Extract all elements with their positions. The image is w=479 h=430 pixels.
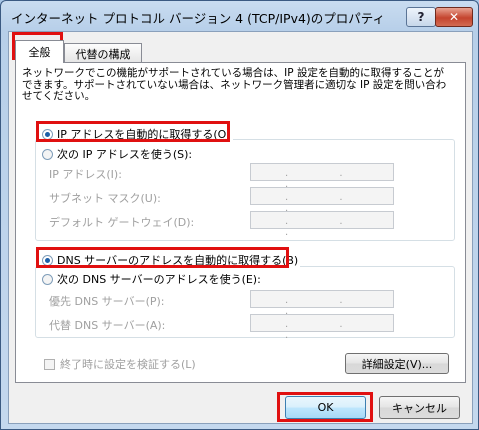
ip-manual-label: 次の IP アドレスを使う(S):	[57, 148, 193, 161]
preferred-dns-label: 優先 DNS サーバー(P):	[49, 295, 165, 308]
dns-auto-radio[interactable]: DNS サーバーのアドレスを自動的に取得する(B)	[42, 252, 301, 268]
checkbox-box-icon	[44, 358, 55, 370]
ip-manual-radio[interactable]: 次の IP アドレスを使う(S):	[42, 146, 195, 162]
dialog-client-area: 全般 代替の構成 ネットワークでこの機能がサポートされている場合は、IP 設定を…	[8, 31, 473, 424]
ip-address-input[interactable]: . . .	[250, 163, 394, 190]
subnet-mask-label: サブネット マスク(U):	[49, 192, 161, 205]
window-title: インターネット プロトコル バージョン 4 (TCP/IPv4)のプロパティ	[11, 11, 386, 26]
radio-unselected-icon	[42, 148, 53, 160]
ip-auto-label: IP アドレスを自動的に取得する(O)	[57, 128, 231, 141]
default-gateway-label: デフォルト ゲートウェイ(D):	[49, 216, 195, 229]
properties-dialog: インターネット プロトコル バージョン 4 (TCP/IPv4)のプロパティ ?…	[0, 0, 479, 430]
ip-auto-radio[interactable]: IP アドレスを自動的に取得する(O)	[42, 126, 233, 142]
preferred-dns-input[interactable]: . . .	[250, 290, 394, 317]
radio-selected-icon	[42, 128, 53, 140]
cancel-button[interactable]: キャンセル	[379, 396, 460, 419]
help-button[interactable]: ?	[406, 7, 436, 27]
description-text: ネットワークでこの機能がサポートされている場合は、IP 設定を自動的に取得するこ…	[22, 67, 447, 102]
default-gateway-input[interactable]: . . .	[250, 211, 394, 238]
tab-general[interactable]: 全般	[15, 40, 64, 63]
dns-auto-label: DNS サーバーのアドレスを自動的に取得する(B)	[57, 254, 299, 267]
tab-alternate-configuration[interactable]: 代替の構成	[64, 43, 142, 64]
dns-manual-label: 次の DNS サーバーのアドレスを使う(E):	[57, 273, 261, 286]
close-button[interactable]: ✕	[435, 7, 473, 27]
alternate-dns-input[interactable]: . . .	[250, 314, 394, 341]
alternate-dns-dots: . . .	[285, 319, 367, 341]
ip-address-label: IP アドレス(I):	[49, 168, 122, 181]
alternate-dns-label: 代替 DNS サーバー(A):	[49, 319, 166, 332]
dns-manual-radio[interactable]: 次の DNS サーバーのアドレスを使う(E):	[42, 271, 263, 287]
default-gateway-dots: . . .	[285, 216, 367, 238]
radio-selected-icon	[42, 254, 53, 266]
validate-on-exit-label: 終了時に設定を検証する(L)	[60, 358, 196, 371]
ok-button[interactable]: OK	[285, 396, 366, 419]
advanced-settings-button[interactable]: 詳細設定(V)...	[345, 353, 449, 374]
radio-unselected-icon	[42, 273, 53, 285]
title-bar[interactable]: インターネット プロトコル バージョン 4 (TCP/IPv4)のプロパティ ?…	[1, 1, 478, 31]
subnet-mask-input[interactable]: . . .	[250, 187, 394, 214]
validate-on-exit-checkbox[interactable]: 終了時に設定を検証する(L)	[44, 356, 196, 372]
